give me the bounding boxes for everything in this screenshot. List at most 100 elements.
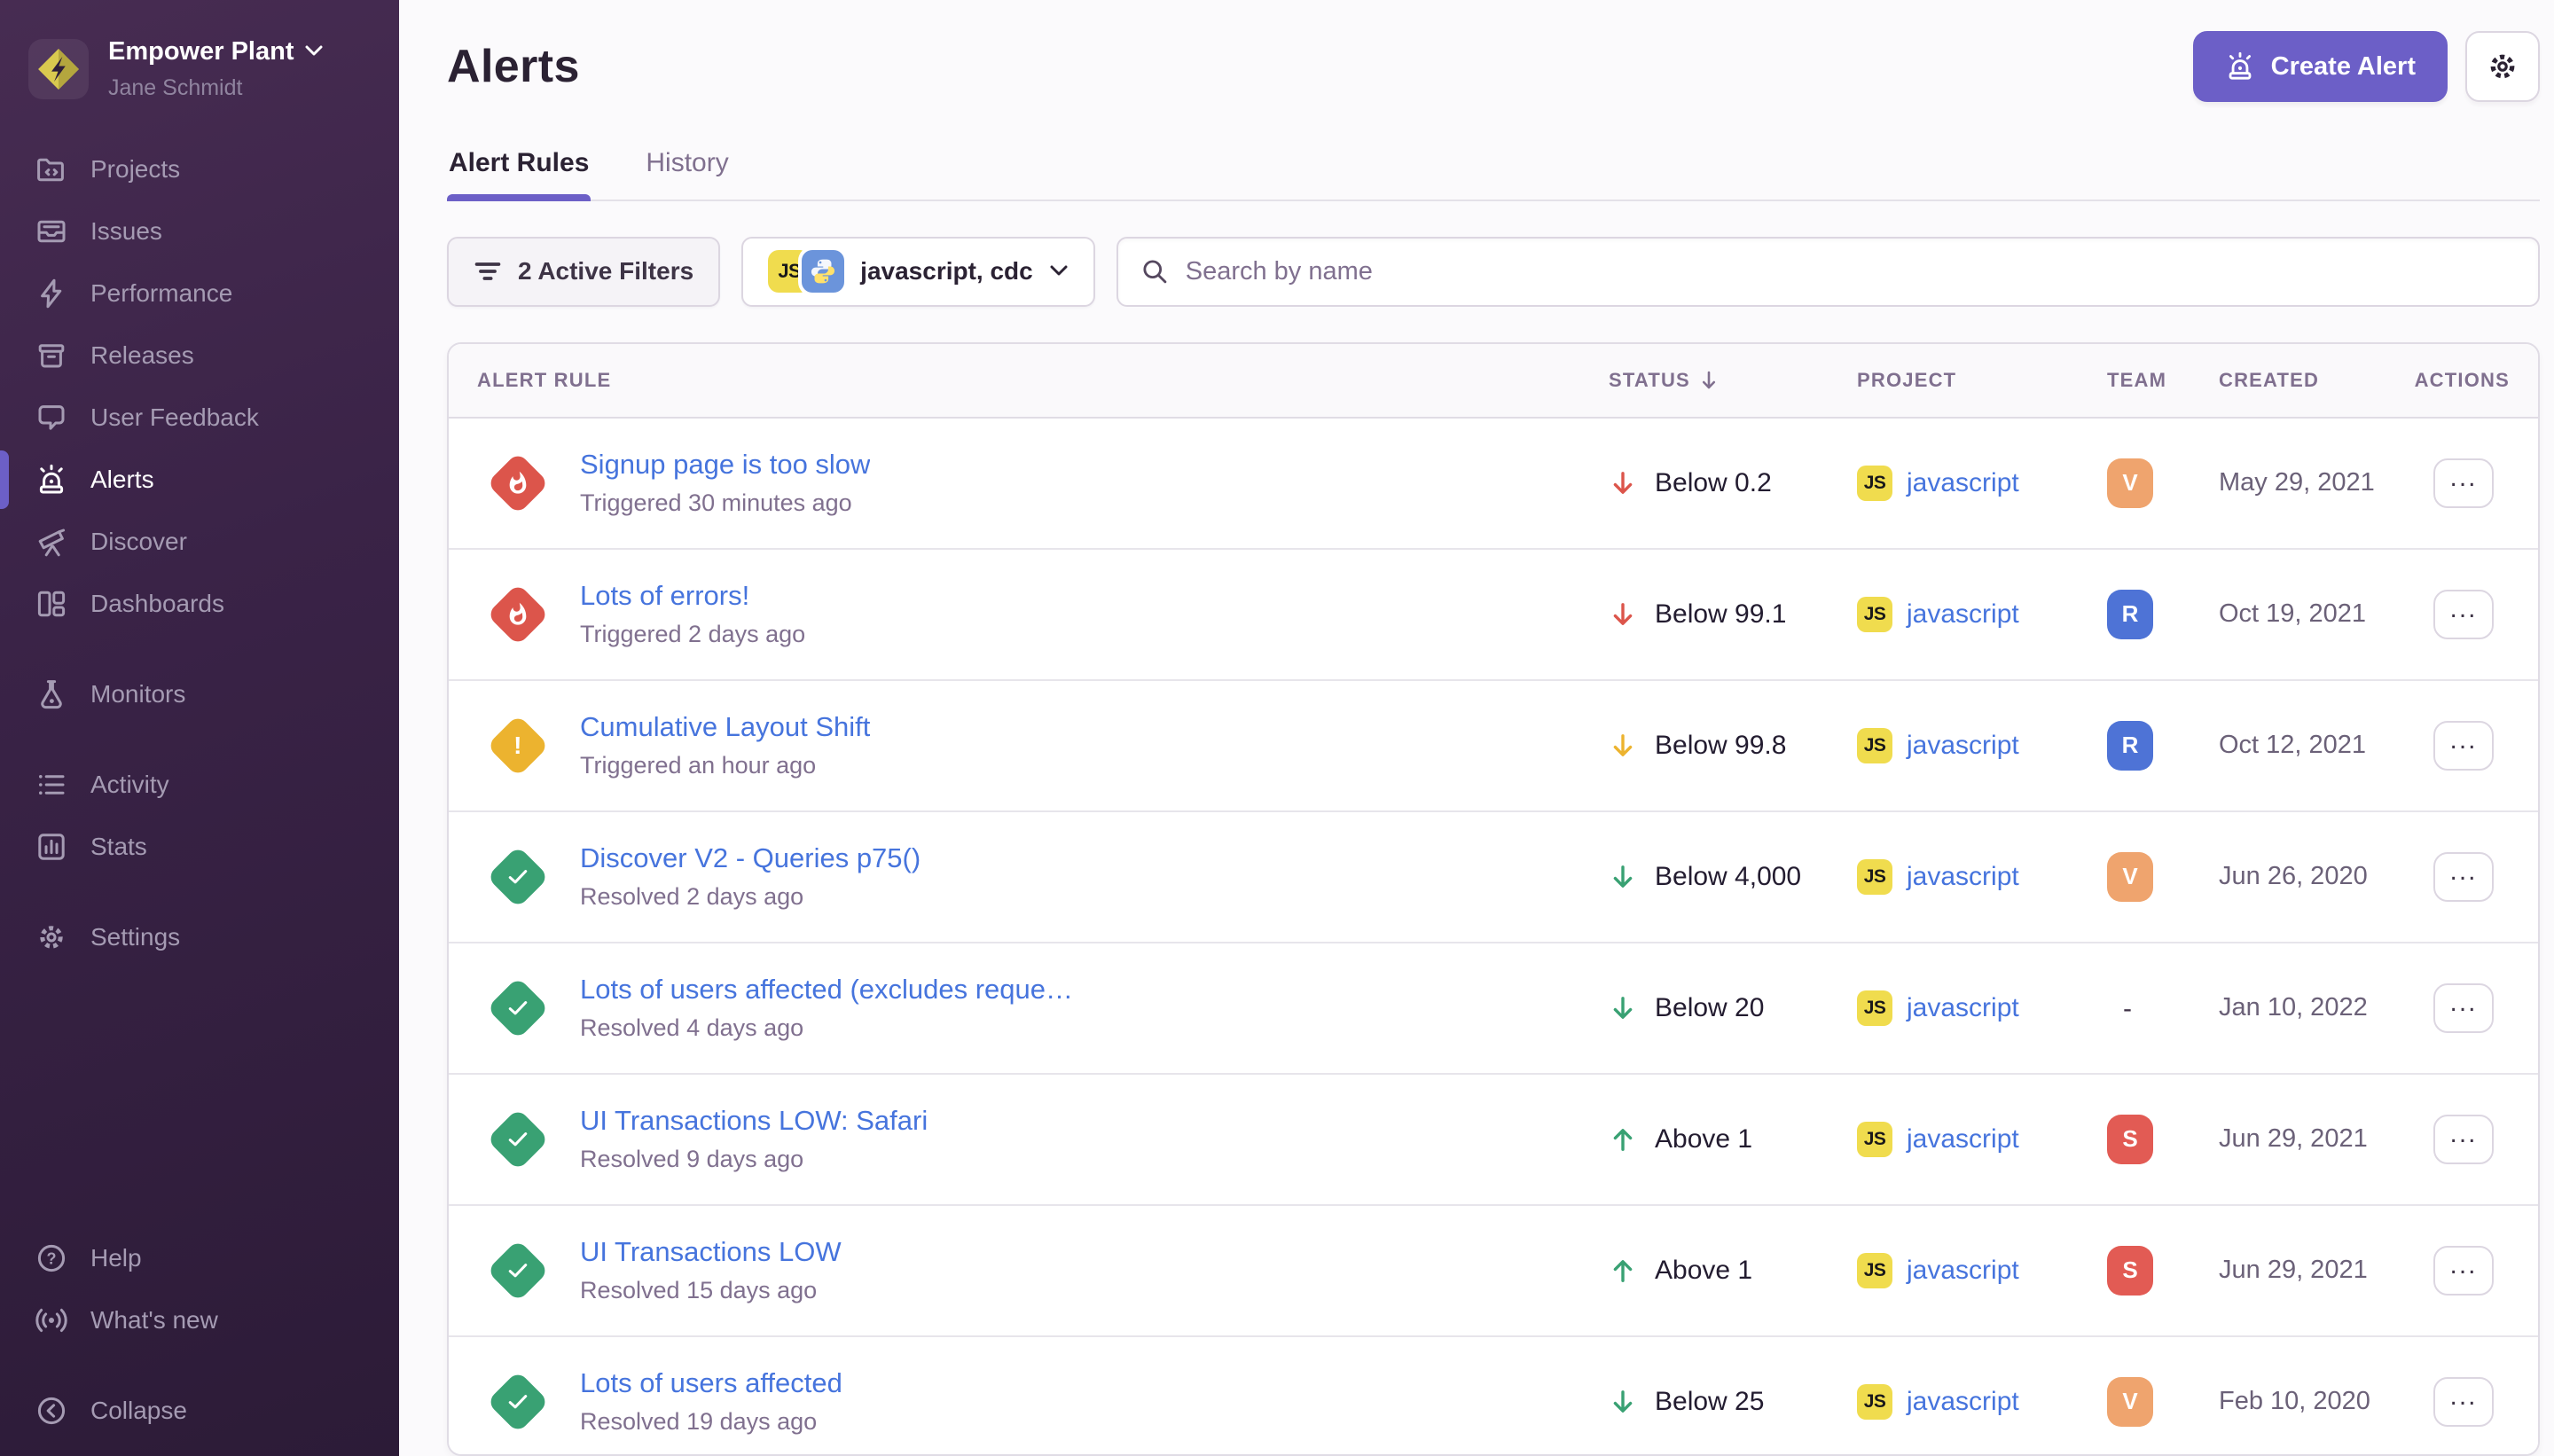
- row-actions-button[interactable]: ...: [2433, 721, 2494, 771]
- project-platform-icons: JS: [768, 250, 844, 293]
- created-date: Feb 10, 2020: [2219, 1387, 2417, 1416]
- alert-rule-link[interactable]: Cumulative Layout Shift: [580, 711, 870, 743]
- team-cell: S: [2107, 1115, 2219, 1164]
- project-link[interactable]: javascript: [1907, 1124, 2019, 1155]
- active-indicator: [0, 450, 9, 509]
- releases-icon: [35, 340, 67, 372]
- team-cell: -: [2107, 991, 2219, 1024]
- alert-rule-link[interactable]: Discover V2 - Queries p75(): [580, 842, 921, 874]
- row-actions-button[interactable]: ...: [2433, 590, 2494, 639]
- table-row[interactable]: UI Transactions LOW Resolved 15 days ago…: [449, 1206, 2538, 1337]
- table-row[interactable]: Lots of errors! Triggered 2 days ago Bel…: [449, 550, 2538, 681]
- project-link[interactable]: javascript: [1907, 599, 2019, 630]
- sidebar-item-dashboards[interactable]: Dashboards: [0, 573, 399, 635]
- sidebar-item-discover[interactable]: Discover: [0, 511, 399, 573]
- table-row[interactable]: UI Transactions LOW: Safari Resolved 9 d…: [449, 1075, 2538, 1206]
- project-link[interactable]: javascript: [1907, 731, 2019, 761]
- org-logo-icon: [28, 39, 89, 99]
- team-empty-dash: -: [2107, 994, 2132, 1023]
- sidebar-item-activity[interactable]: Activity: [0, 754, 399, 816]
- alert-rule-subtitle: Triggered 30 minutes ago: [580, 489, 870, 517]
- sidebar-item-alerts[interactable]: Alerts: [0, 449, 399, 511]
- row-actions-button[interactable]: ...: [2433, 852, 2494, 902]
- org-switcher[interactable]: Empower Plant Jane Schmidt: [0, 25, 399, 114]
- tab-alert-rules[interactable]: Alert Rules: [447, 137, 591, 200]
- row-actions-button[interactable]: ...: [2433, 1246, 2494, 1296]
- table-row[interactable]: Lots of users affected Resolved 19 days …: [449, 1337, 2538, 1456]
- broadcast-icon: [35, 1304, 67, 1336]
- sort-desc-icon: [1699, 370, 1719, 391]
- project-link[interactable]: javascript: [1907, 1387, 2019, 1417]
- project-link[interactable]: javascript: [1907, 993, 2019, 1023]
- team-cell: R: [2107, 721, 2219, 771]
- sidebar-item-performance[interactable]: Performance: [0, 262, 399, 325]
- project-filter-dropdown[interactable]: JS javascript, cdc: [741, 237, 1095, 307]
- table-row[interactable]: ! Cumulative Layout Shift Triggered an h…: [449, 681, 2538, 812]
- alert-rules-table: Alert Rule Status Project Team Created A…: [447, 342, 2540, 1456]
- sidebar-item-label: Settings: [90, 923, 180, 951]
- table-row[interactable]: Lots of users affected (excludes reque… …: [449, 943, 2538, 1075]
- arrow-down-icon: [1609, 994, 1637, 1022]
- sidebar-item-label: Discover: [90, 528, 187, 556]
- alert-rule-link[interactable]: Lots of users affected (excludes reque…: [580, 974, 1073, 1006]
- sidebar-item-help[interactable]: ? Help: [0, 1227, 399, 1289]
- project-link[interactable]: javascript: [1907, 1256, 2019, 1286]
- row-actions-button[interactable]: ...: [2433, 1115, 2494, 1164]
- search-input[interactable]: [1186, 257, 2517, 286]
- status-threshold: Below 4,000: [1655, 862, 1801, 892]
- status-threshold: Above 1: [1655, 1256, 1752, 1286]
- sidebar-item-whats-new[interactable]: What's new: [0, 1289, 399, 1351]
- alert-rule-link[interactable]: Lots of errors!: [580, 580, 805, 612]
- alert-rule-link[interactable]: UI Transactions LOW: Safari: [580, 1105, 928, 1137]
- alert-rule-link[interactable]: Signup page is too slow: [580, 449, 870, 481]
- create-alert-button[interactable]: Create Alert: [2193, 31, 2448, 102]
- filter-bar: 2 Active Filters JS javascript, cdc: [447, 237, 2540, 307]
- sidebar-item-user-feedback[interactable]: User Feedback: [0, 387, 399, 449]
- sidebar-collapse-button[interactable]: Collapse: [0, 1380, 399, 1442]
- sidebar-footer: ? Help What's new Collapse: [0, 1227, 399, 1449]
- table-row[interactable]: Signup page is too slow Triggered 30 min…: [449, 419, 2538, 550]
- alert-status-diamond-icon: !: [486, 714, 550, 778]
- javascript-platform-icon: JS: [1857, 728, 1892, 763]
- sidebar-item-monitors[interactable]: Monitors: [0, 663, 399, 725]
- table-row[interactable]: Discover V2 - Queries p75() Resolved 2 d…: [449, 812, 2538, 943]
- arrow-up-icon: [1609, 1256, 1637, 1285]
- project-link[interactable]: javascript: [1907, 862, 2019, 892]
- alerts-settings-button[interactable]: [2465, 31, 2540, 102]
- collapse-chevron-icon: [35, 1395, 67, 1427]
- sidebar-item-label: What's new: [90, 1306, 218, 1335]
- active-filters-button[interactable]: 2 Active Filters: [447, 237, 720, 307]
- sidebar-item-settings[interactable]: Settings: [0, 906, 399, 968]
- row-actions-button[interactable]: ...: [2433, 983, 2494, 1033]
- javascript-platform-icon: JS: [1857, 466, 1892, 501]
- sidebar-item-projects[interactable]: Projects: [0, 138, 399, 200]
- sidebar-item-releases[interactable]: Releases: [0, 325, 399, 387]
- status-cell: Below 99.8: [1609, 731, 1857, 761]
- status-threshold: Below 20: [1655, 993, 1764, 1023]
- row-actions-button[interactable]: ...: [2433, 458, 2494, 508]
- alert-rule-subtitle: Resolved 15 days ago: [580, 1277, 842, 1304]
- alert-rule-link[interactable]: Lots of users affected: [580, 1367, 842, 1399]
- team-avatar: V: [2107, 458, 2153, 508]
- project-cell: JS javascript: [1857, 859, 2107, 895]
- column-header-alert-rule: Alert Rule: [477, 369, 1609, 392]
- sidebar-item-issues[interactable]: Issues: [0, 200, 399, 262]
- team-avatar: R: [2107, 721, 2153, 771]
- exclamation-icon: !: [513, 732, 521, 760]
- status-cell: Below 0.2: [1609, 468, 1857, 498]
- alert-rule-link[interactable]: UI Transactions LOW: [580, 1236, 842, 1268]
- tab-history[interactable]: History: [644, 137, 730, 200]
- sidebar-item-stats[interactable]: Stats: [0, 816, 399, 878]
- settings-gear-icon: [35, 921, 67, 953]
- sidebar-item-label: Alerts: [90, 466, 154, 494]
- status-cell: Below 25: [1609, 1387, 1857, 1417]
- row-actions-button[interactable]: ...: [2433, 1377, 2494, 1427]
- arrow-up-icon: [1609, 1125, 1637, 1154]
- alert-rule-subtitle: Resolved 9 days ago: [580, 1146, 928, 1173]
- project-filter-label: javascript, cdc: [860, 257, 1033, 286]
- gear-icon: [2486, 50, 2519, 83]
- team-avatar: V: [2107, 852, 2153, 902]
- column-header-team: Team: [2107, 369, 2219, 392]
- column-header-status[interactable]: Status: [1609, 369, 1857, 392]
- project-link[interactable]: javascript: [1907, 468, 2019, 498]
